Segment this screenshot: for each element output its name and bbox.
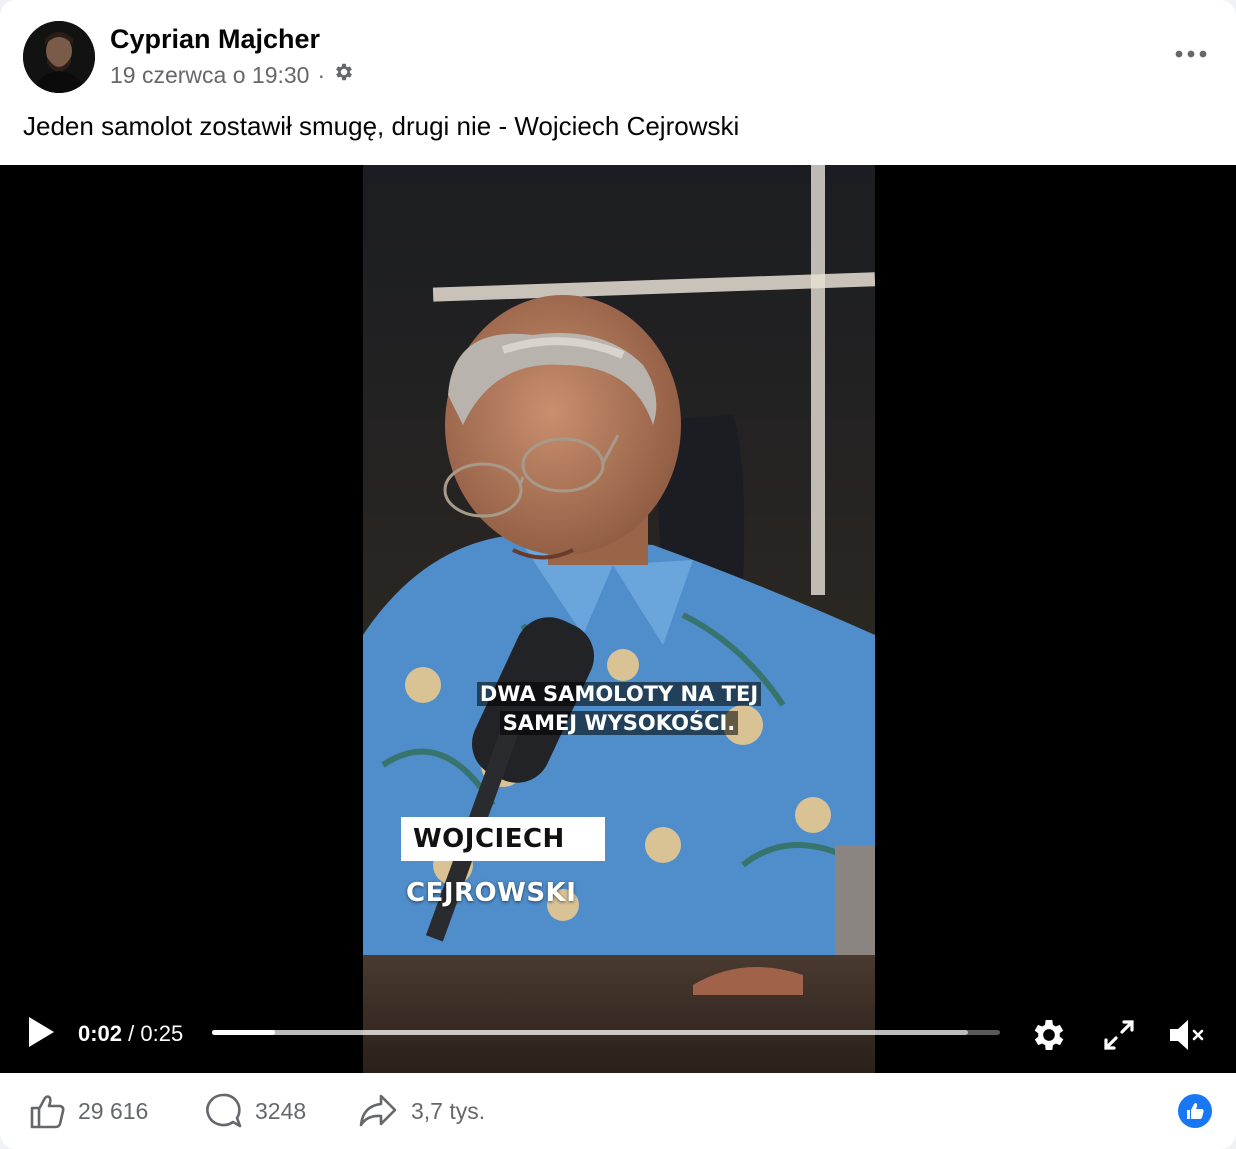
video-frame[interactable]: DWA SAMOLOTY NA TEJ SAMEJ WYSOKOŚCI. WOJ… — [363, 165, 875, 1073]
post-header: Cyprian Majcher 19 czerwca o 19:30 · — [0, 0, 1236, 100]
mute-icon — [1170, 1020, 1204, 1050]
more-options-icon — [1175, 50, 1207, 58]
post-meta: 19 czerwca o 19:30 · — [110, 60, 355, 90]
reaction-like-badge[interactable] — [1178, 1094, 1212, 1128]
post-footer: 29 616 3248 3,7 tys. — [0, 1073, 1236, 1149]
share-count: 3,7 tys. — [411, 1097, 486, 1124]
speaker-name-last: CEJROWSKI — [406, 878, 577, 908]
progress-buffered — [212, 1030, 969, 1035]
progress-played — [212, 1030, 276, 1035]
comment-count: 3248 — [255, 1097, 307, 1124]
video-still-image — [363, 165, 875, 1073]
like-count: 29 616 — [78, 1097, 149, 1124]
comment-icon — [206, 1093, 242, 1128]
mute-button[interactable] — [1166, 1015, 1206, 1055]
more-options-button[interactable] — [1170, 34, 1212, 74]
play-button[interactable] — [26, 1015, 58, 1051]
video-time: 0:02 / 0:25 — [78, 1019, 183, 1049]
gear-icon[interactable] — [333, 60, 355, 90]
meta-separator: · — [317, 62, 326, 88]
fullscreen-icon — [1104, 1020, 1134, 1050]
settings-gear-icon — [1034, 1020, 1064, 1050]
duration: 0:25 — [140, 1021, 184, 1046]
speaker-name-first: WOJCIECH — [401, 817, 605, 861]
video-caption-line-2: SAMEJ WYSOKOŚCI. — [363, 709, 875, 738]
play-icon — [29, 1017, 54, 1047]
share-icon — [359, 1094, 397, 1127]
time-separator: / — [122, 1021, 141, 1046]
video-controls: 0:02 / 0:25 — [0, 1005, 1236, 1065]
thumbs-up-icon — [30, 1095, 65, 1129]
video-player[interactable]: DWA SAMOLOTY NA TEJ SAMEJ WYSOKOŚCI. WOJ… — [0, 165, 1236, 1073]
post-timestamp[interactable]: 19 czerwca o 19:30 — [110, 60, 309, 90]
video-caption-line-1: DWA SAMOLOTY NA TEJ — [363, 680, 875, 709]
current-time: 0:02 — [78, 1021, 123, 1046]
author-avatar[interactable] — [23, 21, 95, 93]
settings-button[interactable] — [1029, 1015, 1069, 1055]
post-card: Cyprian Majcher 19 czerwca o 19:30 · Jed… — [0, 0, 1236, 1149]
fullscreen-button[interactable] — [1099, 1015, 1139, 1055]
post-text: Jeden samolot zostawił smugę, drugi nie … — [23, 111, 740, 141]
comment-button[interactable]: 3248 — [203, 1091, 306, 1131]
like-button[interactable]: 29 616 — [28, 1091, 148, 1131]
share-button[interactable]: 3,7 tys. — [357, 1091, 485, 1131]
like-reaction-icon — [1187, 1103, 1204, 1119]
author-name[interactable]: Cyprian Majcher — [110, 22, 320, 56]
progress-bar[interactable] — [212, 1030, 1000, 1035]
